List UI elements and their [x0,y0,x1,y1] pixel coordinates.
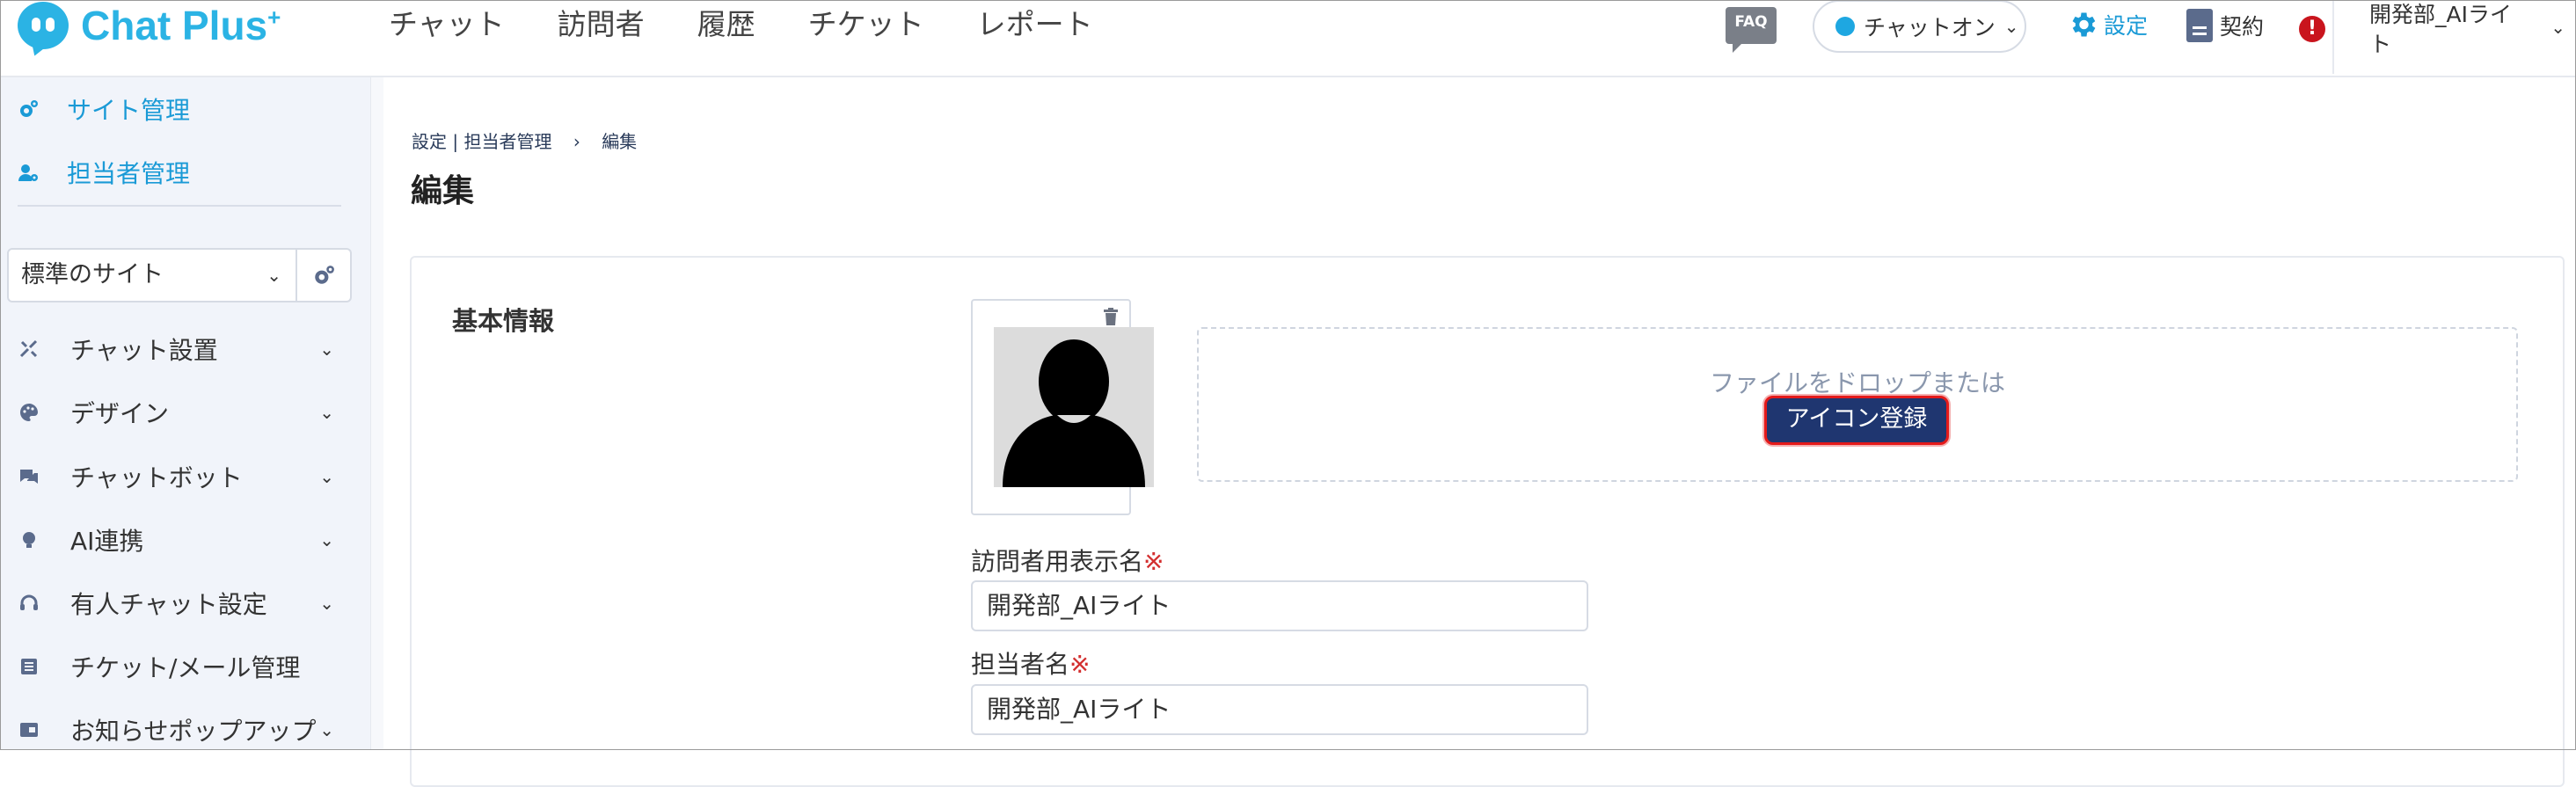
sidebar-item-design[interactable]: デザイン ⌄ [18,395,334,430]
chevron-down-icon: ⌄ [319,402,334,423]
nav-tickets[interactable]: チケット [808,4,924,46]
sidebar-scrollbar[interactable] [370,77,383,750]
staff-name-input[interactable]: 開発部_AIライト [971,684,1588,735]
drop-zone-text: ファイルをドロップまたは [1709,368,2005,397]
breadcrumb-current: 編集 [602,131,638,152]
avatar-preview [971,299,1154,515]
chevron-down-icon: ⌄ [319,466,334,487]
faq-icon[interactable]: FAQ [1726,7,1777,53]
chevron-down-icon: ⌄ [2550,17,2565,38]
breadcrumb-divider: | [452,131,459,152]
sidebar-divider [18,205,341,207]
trash-icon[interactable] [1103,308,1119,325]
menu-label: 有人チャット設定 [70,590,267,619]
menu-label: チャット設置 [70,336,218,365]
chat-bubble-icon [18,465,40,488]
nav-chat[interactable]: チャット [389,4,505,46]
register-icon-button[interactable]: アイコン登録 [1764,396,1949,445]
nav-visitors[interactable]: 訪問者 [558,4,645,46]
page-title: 編集 [411,173,475,209]
chat-plus-logo[interactable]: Chat Plus+ [18,2,281,49]
chevron-down-icon: ⌄ [2003,16,2019,37]
sidebar-item-site-management[interactable]: サイト管理 [18,91,190,127]
breadcrumb-arrow: › [573,131,580,152]
sidebar-item-ai-integration[interactable]: AI連携 ⌄ [18,522,334,557]
gears-icon [315,266,334,284]
sidebar-item-chat-setup[interactable]: チャット設置 ⌄ [18,332,334,367]
sidebar-item-staff-management[interactable]: 担当者管理 [18,155,190,190]
user-name-line2: ト [2369,32,2392,57]
site-management-label: サイト管理 [67,96,191,125]
nav-history[interactable]: 履歴 [697,4,755,46]
site-settings-button[interactable] [297,248,352,302]
sidebar-item-chatbot[interactable]: チャットボット ⌄ [18,459,334,494]
staff-name-label: 担当者名※ [971,650,1091,679]
headset-icon [18,592,40,615]
user-menu[interactable]: 開発部_AIライ ト ⌄ [2332,0,2576,74]
popup-icon [18,718,40,741]
settings-link[interactable]: 設定 [2067,9,2148,40]
logo-text: Chat Plus+ [81,3,281,48]
menu-label: デザイン [70,399,170,428]
tools-icon [18,338,40,361]
chat-status-toggle[interactable]: チャットオン ⌄ [1813,0,2026,53]
nav-reports[interactable]: レポート [977,4,1093,46]
contract-link[interactable]: 契約 [2186,9,2264,42]
staff-management-label: 担当者管理 [67,159,191,188]
breadcrumb: 設定 | 担当者管理 › 編集 [412,128,637,153]
site-select[interactable]: 標準のサイト ⌄ [7,248,297,302]
chevron-down-icon: ⌄ [319,339,334,360]
menu-label: チケット/メール管理 [70,653,301,682]
site-select-value: 標準のサイト [21,261,164,288]
chevron-down-icon: ⌄ [266,265,281,286]
visitor-name-input[interactable]: 開発部_AIライト [971,580,1588,631]
gear-icon [2072,12,2096,37]
sidebar-item-live-chat-settings[interactable]: 有人チャット設定 ⌄ [18,586,334,621]
top-header: Chat Plus+ チャット 訪問者 履歴 チケット レポート FAQ チャッ… [0,0,2576,77]
breadcrumb-staff[interactable]: 担当者管理 [463,131,551,152]
settings-label: 設定 [2104,13,2149,39]
status-dot-icon [1835,17,1855,36]
palette-icon [18,401,40,424]
menu-label: チャットボット [70,463,243,492]
required-mark: ※ [1069,650,1091,679]
avatar-image [994,327,1154,487]
visitor-name-label: 訪問者用表示名※ [971,547,1164,576]
contract-label: 契約 [2220,14,2265,40]
menu-label: AI連携 [70,527,144,556]
section-title: 基本情報 [452,306,555,336]
required-mark: ※ [1143,547,1164,576]
chat-status-label: チャットオン [1864,15,1996,40]
list-icon [18,655,40,678]
alert-icon[interactable]: ! [2299,16,2325,42]
logo-icon [18,2,69,49]
breadcrumb-settings[interactable]: 設定 [412,131,447,152]
main-nav: チャット 訪問者 履歴 チケット レポート [389,4,1146,46]
menu-label: お知らせポップアップ [70,717,317,746]
chevron-down-icon: ⌄ [319,719,334,740]
bulb-icon [18,528,40,551]
chevron-down-icon: ⌄ [319,593,334,614]
sidebar-item-ticket-mail[interactable]: チケット/メール管理 [18,649,334,684]
user-name-line1: 開発部_AIライ [2369,2,2512,27]
gears-icon [20,100,38,117]
sidebar-item-notice-popup[interactable]: お知らせポップアップ ⌄ [18,712,334,747]
document-icon [2186,9,2213,42]
user-gear-icon [18,164,38,181]
chevron-down-icon: ⌄ [319,529,334,550]
